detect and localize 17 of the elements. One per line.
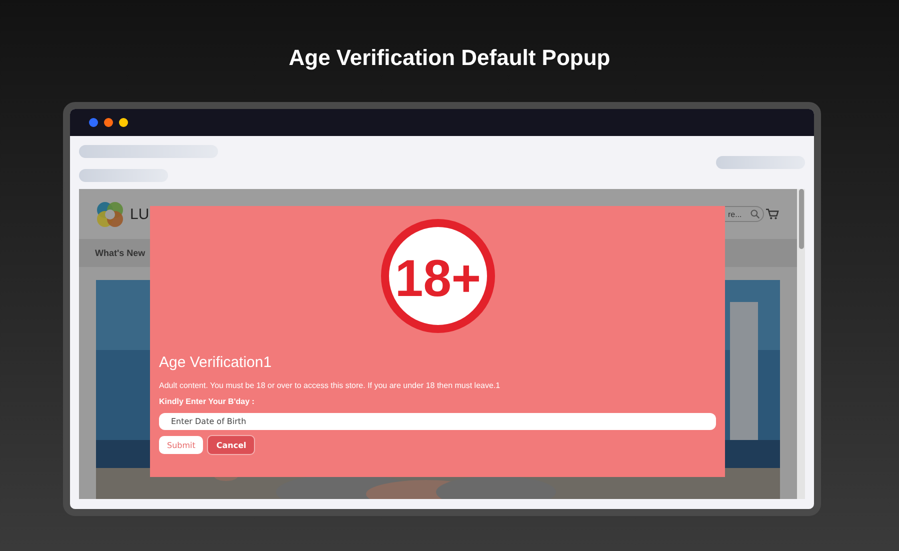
cancel-button[interactable]: Cancel xyxy=(207,435,256,455)
popup-title: Age Verification1 xyxy=(159,354,273,372)
scroll-thumb[interactable] xyxy=(798,189,804,249)
popup-message: Adult content. You must be 18 or over to access this store. If you are under 18 then must leave.1 xyxy=(159,381,502,391)
nav-link[interactable]: What's New xyxy=(95,248,146,258)
window-dot[interactable] xyxy=(104,118,113,127)
age-badge: 18+ xyxy=(380,218,496,334)
window-dot[interactable] xyxy=(89,118,98,127)
submit-button[interactable]: Submit xyxy=(159,436,204,454)
date-field[interactable]: Enter Date of Birth xyxy=(159,413,716,430)
scrollbar[interactable] xyxy=(797,189,805,499)
logo-icon xyxy=(96,200,124,228)
page-title: Age Verification Default Popup xyxy=(288,44,610,72)
window-dot[interactable] xyxy=(119,118,128,127)
cart-icon[interactable] xyxy=(766,208,779,220)
logo-text: LU xyxy=(130,206,150,222)
field-label: Kindly Enter Your B'day : xyxy=(159,397,256,407)
